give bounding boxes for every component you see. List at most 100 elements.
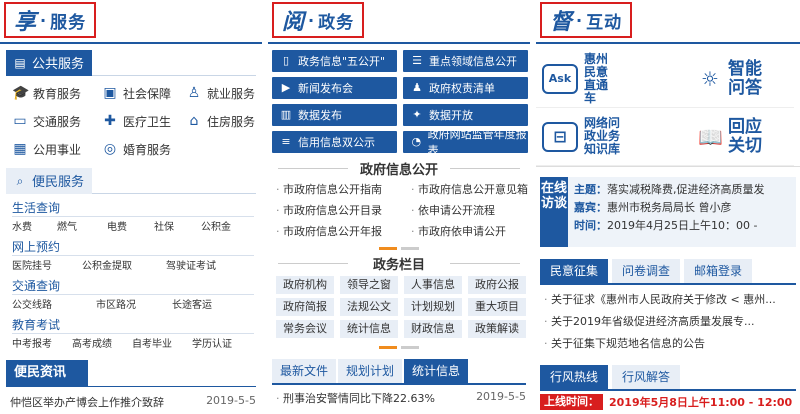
smart-qa[interactable]: ☼ 智能问答	[666, 50, 794, 108]
carousel-dot[interactable]	[401, 247, 419, 250]
service-item-social-security[interactable]: ▣ 社会保障	[102, 84, 186, 102]
life-query-title: 生活查询	[12, 199, 254, 217]
column-tag[interactable]: 财政信息	[404, 320, 462, 338]
list-item-title[interactable]: 刑事治安警情同比下降22.63%	[276, 390, 435, 406]
convenience-service-header: ⌕ 便民服务	[6, 167, 256, 194]
key-field-button[interactable]: ☰ 重点领域信息公开	[403, 50, 528, 72]
document-icon: ▯	[282, 54, 290, 67]
document-list: 刑事治安警情同比下降22.63% 2019-5-5	[276, 390, 526, 406]
online-interview[interactable]: 在线访谈 主题：落实减税降费,促进经济高质量发 嘉宾：惠州市税务局局长 曾小彦 …	[540, 177, 796, 247]
inbox-icon: ⊟	[542, 121, 578, 152]
service-item-education[interactable]: 🎓 教育服务	[12, 84, 102, 102]
column-tag[interactable]: 政府简报	[276, 298, 334, 316]
topic-text: 落实减税降费,促进经济高质量发	[607, 183, 765, 196]
link-gas[interactable]: 燃气	[57, 218, 107, 233]
public-service-tab[interactable]: ▤ 公共服务	[6, 49, 93, 76]
news-item[interactable]: 仲恺区举办产博会上作推介致辞 2019-5-5	[10, 394, 256, 410]
column-tag[interactable]: 领导之窗	[340, 276, 398, 294]
public-service-label: 公共服务	[32, 57, 85, 72]
five-public-button[interactable]: ▯ 政务信息"五公开"	[272, 50, 397, 72]
list-item[interactable]: 刑事治安警情同比下降22.63% 2019-5-5	[276, 390, 526, 406]
title-dot: ·	[40, 10, 47, 30]
opinion-tabs: 民意征集 问卷调查 邮箱登录	[540, 259, 796, 285]
service-item-housing[interactable]: ⌂ 住房服务	[186, 112, 262, 130]
link-electricity[interactable]: 电费	[107, 218, 154, 233]
tab-survey[interactable]: 问卷调查	[612, 259, 681, 283]
service-item-employment[interactable]: ♙ 就业服务	[186, 84, 262, 102]
building-icon: ▦	[13, 141, 27, 157]
public-link[interactable]: 依申请公开流程	[411, 202, 530, 218]
power-list-button[interactable]: ♟ 政府权责清单	[403, 77, 528, 99]
opinion-item[interactable]: 关于征求《惠州市人民政府关于修改 < 惠州...	[544, 291, 796, 307]
press-conference-button[interactable]: ▶ 新闻发布会	[272, 77, 397, 99]
column-tag[interactable]: 政策解读	[468, 320, 526, 338]
public-link[interactable]: 市政府信息公开目录	[276, 202, 411, 218]
link-social-security[interactable]: 社保	[154, 218, 201, 233]
data-open-button[interactable]: ✦ 数据开放	[403, 104, 528, 126]
news-item-title[interactable]: 仲恺区举办产博会上作推介致辞	[10, 394, 164, 410]
interaction-section-header: 督 · 互动	[536, 0, 800, 44]
opinion-item[interactable]: 关于2019年省级促进经济高质量发展专...	[544, 313, 796, 329]
satellite-icon: ✦	[412, 108, 422, 121]
tab-hotline-answers[interactable]: 行风解答	[612, 365, 681, 389]
public-link[interactable]: 市政府信息公开指南	[276, 181, 411, 197]
link-water[interactable]: 水费	[12, 218, 57, 233]
link-road-conditions[interactable]: 市区路况	[96, 296, 172, 311]
link-driving-test[interactable]: 驾驶证考试	[166, 257, 216, 272]
link-fund-withdrawal[interactable]: 公积金提取	[82, 257, 166, 272]
link-coach[interactable]: 长途客运	[172, 296, 212, 311]
life-query-links: 水费 燃气 电费 社保 公积金	[12, 217, 254, 233]
service-item-utilities[interactable]: ▦ 公用事业	[12, 140, 102, 158]
service-item-marriage[interactable]: ◎ 婚育服务	[102, 140, 186, 158]
column-tag[interactable]: 统计信息	[340, 320, 398, 338]
column-tag[interactable]: 常务会议	[276, 320, 334, 338]
convenience-service-tab[interactable]: ⌕ 便民服务	[6, 167, 93, 194]
bus-icon: ▭	[13, 113, 27, 129]
link-degree-verify[interactable]: 学历认证	[192, 335, 232, 350]
public-link[interactable]: 市政府信息公开意见箱	[411, 181, 530, 197]
news-item-date: 2019-5-5	[206, 394, 256, 407]
tab-hotline[interactable]: 行风热线	[540, 365, 609, 389]
data-release-button[interactable]: ▥ 数据发布	[272, 104, 397, 126]
response-label: 回应关切	[728, 116, 762, 156]
tab-statistics[interactable]: 统计信息	[404, 359, 469, 383]
link-bus-lines[interactable]: 公交线路	[12, 296, 96, 311]
public-opinion-express[interactable]: Ask 惠州民意直通车	[536, 50, 666, 108]
tab-plans[interactable]: 规划计划	[338, 359, 403, 383]
tab-opinion-collection[interactable]: 民意征集	[540, 259, 609, 283]
tab-mail-login[interactable]: 邮箱登录	[684, 259, 753, 283]
column-tag[interactable]: 法规公文	[340, 298, 398, 316]
column-tag[interactable]: 政府公报	[468, 276, 526, 294]
opinion-item[interactable]: 关于征集下规范地名信息的公告	[544, 335, 796, 351]
link-housing-fund[interactable]: 公积金	[201, 218, 231, 233]
rings-icon: ◎	[103, 141, 117, 157]
carousel-dot-active[interactable]	[379, 247, 397, 250]
public-service-grid: 🎓 教育服务 ▣ 社会保障 ♙ 就业服务 ▭ 交通服务 ✚ 医疗卫生 ⌂ 住房服务 ▦ 公用事…	[12, 84, 255, 158]
annual-report-button[interactable]: ◔ 政府网站监管年度报表	[403, 128, 528, 157]
interaction-column: 督 · 互动 Ask 惠州民意直通车 ☼ 智能问答 ⊟ 网络问政业务知识库 📖 …	[536, 0, 800, 414]
life-query-group: 生活查询 水费 燃气 电费 社保 公积金 网上预约 医院挂号 公积金提取 驾驶证…	[12, 199, 254, 350]
public-link[interactable]: 市政府信息公开年报	[276, 223, 411, 239]
column-tag[interactable]: 人事信息	[404, 276, 462, 294]
carousel-dot-active[interactable]	[379, 346, 397, 349]
column-tag[interactable]: 计划规划	[404, 298, 462, 316]
convenience-news-header[interactable]: 便民资讯	[6, 360, 88, 386]
tab-latest-files[interactable]: 最新文件	[272, 359, 337, 383]
link-zhongkao[interactable]: 中考报考	[12, 335, 72, 350]
link-hospital-registration[interactable]: 医院挂号	[12, 257, 82, 272]
hotline-notice[interactable]: 上线时间： 2019年5月8日上午11:00 - 12:00	[540, 394, 796, 410]
service-glyph: 享	[14, 9, 37, 35]
carousel-dot[interactable]	[401, 346, 419, 349]
column-tag[interactable]: 重大项目	[468, 298, 526, 316]
link-self-study[interactable]: 自考毕业	[132, 335, 192, 350]
service-item-medical[interactable]: ✚ 医疗卫生	[102, 112, 186, 130]
guest-label: 嘉宾：	[574, 201, 607, 214]
search-icon: ⌕	[16, 173, 24, 188]
credit-info-button[interactable]: ≡ 信用信息双公示	[272, 131, 397, 153]
response-concerns[interactable]: 📖 回应关切	[666, 108, 794, 166]
column-tag[interactable]: 政府机构	[276, 276, 334, 294]
knowledge-base[interactable]: ⊟ 网络问政业务知识库	[536, 108, 666, 166]
link-gaokao[interactable]: 高考成绩	[72, 335, 132, 350]
public-link[interactable]: 市政府依申请公开	[411, 223, 530, 239]
service-item-transport[interactable]: ▭ 交通服务	[12, 112, 102, 130]
